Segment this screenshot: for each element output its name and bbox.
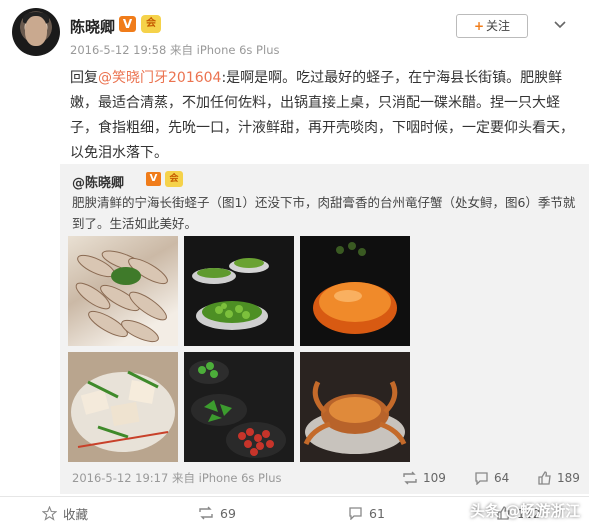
photo-crab[interactable] — [300, 352, 410, 462]
plus-icon: + — [473, 19, 485, 33]
photo-green-beans[interactable] — [184, 236, 294, 346]
photo-steamed-fish[interactable] — [68, 352, 178, 462]
member-badge-icon: 会 — [141, 15, 161, 33]
quoted-repost-count[interactable]: 109 — [402, 468, 446, 488]
quoted-footer: 2016-5-12 19:17 来自 iPhone 6s Plus 109 64… — [72, 468, 582, 488]
quoted-like-value: 189 — [557, 471, 580, 485]
quoted-author[interactable]: @陈晓卿 — [72, 172, 124, 191]
avatar[interactable] — [12, 8, 60, 56]
member-badge-icon: 会 — [165, 171, 183, 187]
avatar-face — [25, 16, 47, 46]
photo-razor-clams[interactable] — [68, 236, 178, 346]
quoted-time: 2016-5-12 19:17 来自 iPhone 6s Plus — [72, 471, 282, 485]
comment-icon — [475, 472, 488, 485]
star-icon — [42, 505, 57, 521]
reply-prefix: 回复 — [70, 70, 98, 86]
verified-badge-icon: V — [119, 16, 136, 32]
watermark: 头条 @畅游浙江 — [470, 502, 581, 520]
photo-crab-roe[interactable] — [300, 236, 410, 346]
quoted-text: 肥腴清鲜的宁海长街蛏子（图1）还没下市，肉甜膏香的台州竜仔蟹（处女鲟，图6）季节… — [72, 195, 576, 231]
quoted-comment-count[interactable]: 64 — [474, 468, 509, 488]
favorite-label: 收藏 — [63, 506, 89, 522]
comment-button[interactable]: 61 — [348, 503, 385, 523]
author-name[interactable]: 陈晓卿 — [70, 16, 115, 37]
quoted-like-count[interactable]: 189 — [537, 468, 580, 488]
like-icon — [538, 471, 551, 485]
mention-link[interactable]: @笑晓门牙201604 — [98, 70, 221, 86]
repost-icon — [199, 506, 213, 520]
post-meta: 2016-5-12 19:58 来自 iPhone 6s Plus — [70, 43, 280, 57]
chevron-down-icon[interactable] — [553, 17, 567, 31]
verified-badge-icon: V — [146, 172, 161, 186]
quoted-comment-value: 64 — [494, 471, 510, 485]
follow-label: 关注 — [486, 19, 511, 33]
post-header: 陈晓卿 V 会 2016-5-12 19:58 来自 iPhone 6s Plu… — [0, 0, 589, 62]
comment-count: 61 — [369, 505, 385, 521]
repost-button[interactable]: 69 — [198, 503, 236, 523]
post-text: 回复@笑晓门牙201604:是啊是啊。吃过最好的蛏子，在宁海县长街镇。肥腴鲜嫩，… — [70, 66, 580, 166]
favorite-button[interactable]: 收藏 — [42, 503, 88, 523]
repost-icon — [403, 471, 417, 485]
quoted-repost-value: 109 — [423, 471, 446, 485]
quoted-post[interactable]: @陈晓卿 V 会 肥腴清鲜的宁海长街蛏子（图1）还没下市，肉甜膏香的台州竜仔蟹（… — [60, 164, 589, 494]
repost-count: 69 — [220, 505, 236, 521]
follow-button[interactable]: + 关注 — [456, 14, 528, 38]
photo-peppers-beans[interactable] — [184, 352, 294, 462]
comment-icon — [349, 507, 362, 520]
